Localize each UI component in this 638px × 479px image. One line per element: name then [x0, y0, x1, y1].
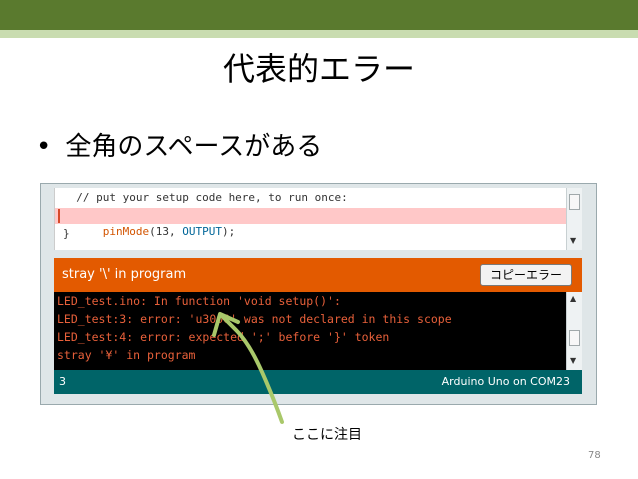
- bullet-dot: •: [36, 132, 52, 162]
- editor-scrollbar[interactable]: ▼: [566, 188, 582, 250]
- line-number: 3: [59, 375, 66, 388]
- header-band-accent: [0, 30, 638, 38]
- scroll-down-icon[interactable]: ▼: [570, 356, 576, 365]
- console-scrollbar[interactable]: ▲ ▼: [566, 292, 582, 370]
- code-const: OUTPUT: [182, 225, 222, 238]
- slide-title: 代表的エラー: [222, 50, 415, 88]
- console-line: stray '¥' in program: [57, 348, 196, 362]
- console-scroll-thumb[interactable]: [569, 330, 580, 346]
- callout-label: ここに注目: [292, 427, 362, 443]
- console-line: LED_test.ino: In function 'void setup()'…: [57, 294, 341, 308]
- copy-error-button[interactable]: コピーエラー: [480, 264, 572, 286]
- code-editor[interactable]: // put your setup code here, to run once…: [54, 188, 582, 250]
- editor-scroll-thumb[interactable]: [569, 194, 580, 210]
- header-band: [0, 0, 638, 30]
- console-line: LED_test:3: error: 'u3000' was not decla…: [57, 312, 452, 326]
- board-info: Arduino Uno on COM23: [441, 375, 570, 388]
- code-line-error: pinMode(13, OUTPUT);: [55, 208, 567, 238]
- scroll-down-icon[interactable]: ▼: [570, 236, 576, 245]
- code-func: pinMode: [102, 225, 150, 238]
- code-line-comment: // put your setup code here, to run once…: [63, 191, 348, 204]
- arduino-ide-screenshot: // put your setup code here, to run once…: [40, 183, 597, 405]
- status-message: stray '\' in program: [62, 267, 187, 282]
- page-number: 78: [588, 450, 601, 461]
- scroll-up-icon[interactable]: ▲: [570, 294, 576, 303]
- code-line-brace: }: [63, 227, 70, 240]
- error-status-bar: stray '\' in program コピーエラー: [54, 258, 582, 292]
- console-output[interactable]: LED_test.ino: In function 'void setup()'…: [54, 292, 582, 370]
- console-line: LED_test:4: error: expected ';' before '…: [57, 330, 390, 344]
- code-args-open: (13,: [149, 225, 183, 238]
- error-line-marker: [58, 209, 60, 223]
- bullet-item: • 全角のスペースがある: [36, 126, 322, 163]
- bullet-text: 全角のスペースがある: [65, 132, 323, 162]
- ide-footer: 3 Arduino Uno on COM23: [54, 370, 582, 394]
- code-args-close: );: [221, 225, 236, 238]
